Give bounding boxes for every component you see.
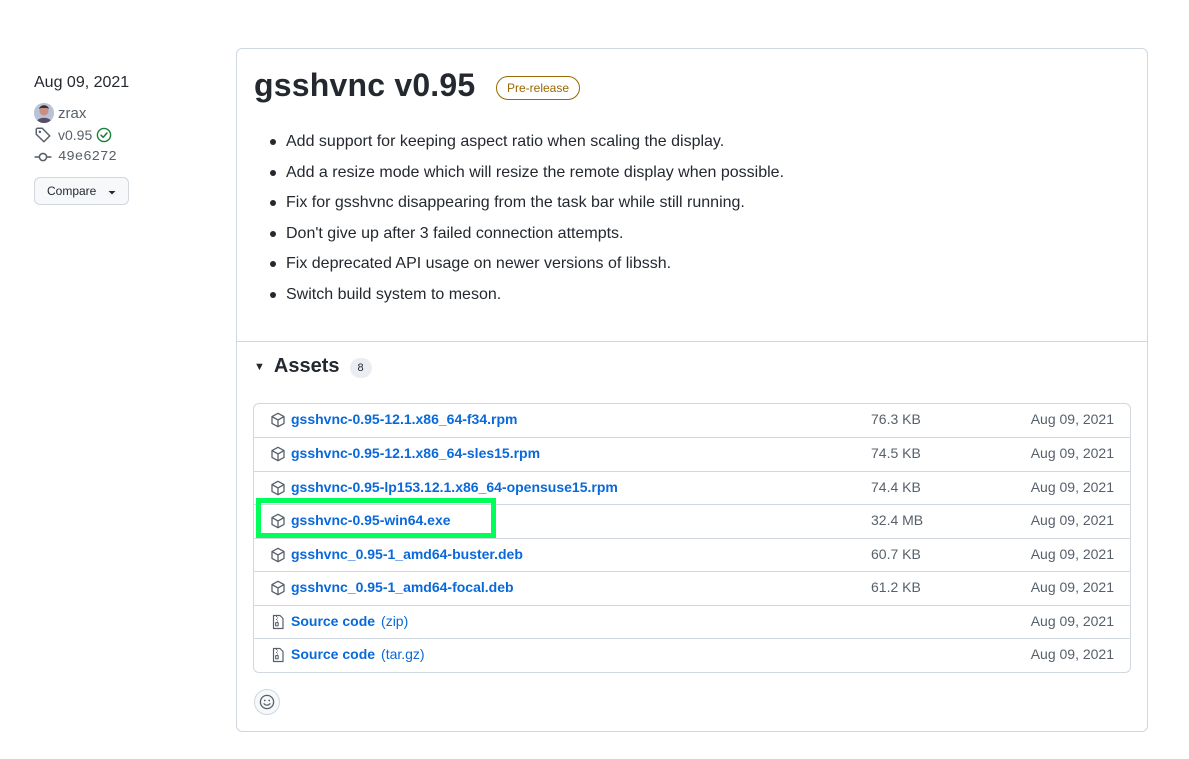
package-icon <box>271 480 285 495</box>
package-icon <box>271 412 285 428</box>
asset-link[interactable]: gsshvnc-0.95-12.1.x86_64-sles15.rpm <box>291 445 540 461</box>
assets-count-badge: 8 <box>349 358 372 378</box>
release-meta: Aug 09, 2021 zrax v0.95 49e6272 Compare <box>34 72 214 205</box>
release-title[interactable]: gsshvnc v0.95 <box>254 67 475 104</box>
tag-icon <box>35 127 51 143</box>
release-note: Switch build system to meson. <box>267 284 784 315</box>
assets-title[interactable]: Assets <box>274 355 340 378</box>
release-date: Aug 09, 2021 <box>34 74 130 91</box>
source-code-zip-link[interactable]: Source code (zip) <box>291 613 408 629</box>
tag-name[interactable]: v0.95 <box>58 127 92 143</box>
asset-date: Aug 09, 2021 <box>1030 545 1114 562</box>
file-zip-icon <box>272 614 284 629</box>
triangle-down-icon[interactable]: ▼ <box>254 361 265 373</box>
release-author[interactable]: zrax <box>34 102 214 124</box>
prerelease-badge: Pre-release <box>496 76 581 100</box>
release-note: Fix deprecated API usage on newer versio… <box>267 253 784 284</box>
compare-button[interactable]: Compare <box>34 177 129 205</box>
add-reaction-button[interactable] <box>254 689 280 715</box>
release-commit[interactable]: 49e6272 <box>34 146 214 168</box>
asset-link[interactable]: gsshvnc-0.95-lp153.12.1.x86_64-opensuse1… <box>291 479 618 495</box>
package-icon <box>271 547 285 562</box>
asset-date: Aug 09, 2021 <box>1030 612 1114 629</box>
asset-size: 60.7 KB <box>871 545 921 562</box>
asset-date: Aug 09, 2021 <box>1030 411 1114 427</box>
package-icon <box>271 580 285 596</box>
release-note: Add support for keeping aspect ratio whe… <box>267 131 784 162</box>
assets-toggle[interactable]: ▼ Assets 8 <box>254 355 372 378</box>
release-tag[interactable]: v0.95 <box>34 124 214 146</box>
asset-format[interactable]: (tar.gz) <box>381 646 425 662</box>
asset-date: Aug 09, 2021 <box>1030 579 1114 595</box>
release-note: Don't give up after 3 failed connection … <box>267 223 784 254</box>
release-note: Fix for gsshvnc disappearing from the ta… <box>267 192 784 223</box>
asset-format[interactable]: (zip) <box>381 613 408 629</box>
asset-row: gsshvnc_0.95-1_amd64-buster.deb 60.7 KB … <box>254 537 1130 572</box>
release-header: gsshvnc v0.95 Pre-release Add support fo… <box>237 49 1147 342</box>
smiley-icon <box>259 694 275 710</box>
asset-date: Aug 09, 2021 <box>1030 646 1114 662</box>
asset-size: 61.2 KB <box>871 579 921 595</box>
asset-size: 74.4 KB <box>871 478 921 495</box>
asset-size: 32.4 MB <box>871 512 924 528</box>
git-commit-icon <box>34 152 52 162</box>
compare-label: Compare <box>47 184 97 198</box>
asset-link[interactable]: gsshvnc_0.95-1_amd64-focal.deb <box>291 579 514 595</box>
asset-row: gsshvnc_0.95-1_amd64-focal.deb 61.2 KB A… <box>254 571 1130 605</box>
asset-link[interactable]: gsshvnc_0.95-1_amd64-buster.deb <box>291 546 523 562</box>
chevron-down-icon <box>108 190 116 194</box>
asset-link-label[interactable]: Source code <box>291 646 375 662</box>
package-icon <box>271 446 285 462</box>
asset-row: gsshvnc-0.95-12.1.x86_64-f34.rpm 76.3 KB… <box>254 404 1130 437</box>
asset-date: Aug 09, 2021 <box>1030 512 1114 528</box>
avatar[interactable] <box>34 103 54 123</box>
asset-row: Source code (zip) Aug 09, 2021 <box>254 604 1130 639</box>
release-card: gsshvnc v0.95 Pre-release Add support fo… <box>236 48 1148 732</box>
asset-size: 76.3 KB <box>871 411 921 427</box>
verified-check-icon <box>96 127 112 143</box>
asset-row: gsshvnc-0.95-12.1.x86_64-sles15.rpm 74.5… <box>254 437 1130 471</box>
asset-date: Aug 09, 2021 <box>1030 445 1114 461</box>
asset-link-label[interactable]: Source code <box>291 613 375 629</box>
asset-link[interactable]: gsshvnc-0.95-12.1.x86_64-f34.rpm <box>291 411 517 427</box>
release-note: Add a resize mode which will resize the … <box>267 162 784 193</box>
highlight-box <box>256 498 496 538</box>
release-notes: Add support for keeping aspect ratio whe… <box>267 131 784 315</box>
asset-date: Aug 09, 2021 <box>1030 478 1114 495</box>
source-code-targz-link[interactable]: Source code (tar.gz) <box>291 646 425 662</box>
asset-size: 74.5 KB <box>871 445 921 461</box>
file-zip-icon <box>272 647 284 663</box>
asset-row: Source code (tar.gz) Aug 09, 2021 <box>254 638 1130 672</box>
author-name[interactable]: zrax <box>58 105 86 122</box>
commit-sha[interactable]: 49e6272 <box>58 149 117 165</box>
